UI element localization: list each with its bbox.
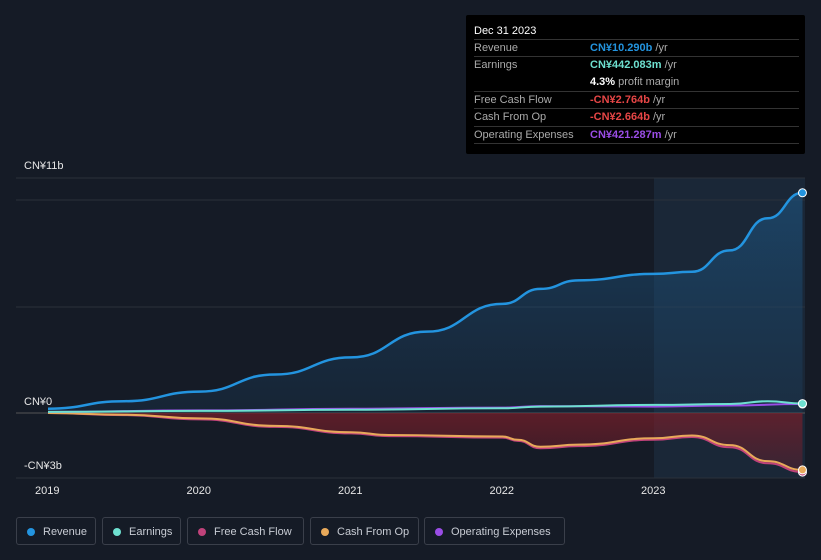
x-tick-2022: 2022 xyxy=(489,485,514,497)
tooltip-unit: /yr xyxy=(661,128,677,141)
tooltip-value: -CN¥2.764b xyxy=(590,93,650,106)
legend-label: Cash From Op xyxy=(337,526,410,538)
tooltip-row: Cash From Op -CN¥2.664b /yr xyxy=(474,108,799,126)
tooltip-row: Free Cash Flow -CN¥2.764b /yr xyxy=(474,90,799,109)
endpoint-revenue xyxy=(797,188,807,198)
tooltip-row: Earnings CN¥442.083m /yr xyxy=(474,56,799,74)
legend-dot-icon xyxy=(198,528,206,536)
chart-root: CN¥11b CN¥0 -CN¥3b 2019 2020 2021 2022 2023 … xyxy=(0,0,821,560)
y-label-zero: CN¥0 xyxy=(24,396,53,408)
legend-dot-icon xyxy=(435,528,443,536)
legend-item-revenue[interactable]: Revenue xyxy=(16,517,96,545)
legend-label: Revenue xyxy=(43,526,88,538)
tooltip-row: Revenue CN¥10.290b /yr xyxy=(474,39,799,57)
tooltip-label: Cash From Op xyxy=(474,111,547,124)
x-tick-2019: 2019 xyxy=(35,485,60,497)
tooltip-row: 4.3% profit margin xyxy=(474,74,799,91)
tooltip-row: Operating Expenses CN¥421.287m /yr xyxy=(474,125,799,144)
legend-dot-icon xyxy=(321,528,329,536)
x-tick-2023: 2023 xyxy=(641,485,666,497)
endpoint-earnings xyxy=(797,399,807,409)
x-tick-2021: 2021 xyxy=(338,485,363,497)
legend-item-free-cash-flow[interactable]: Free Cash Flow xyxy=(187,517,304,545)
tooltip-value: -CN¥2.664b xyxy=(590,111,650,124)
legend-dot-icon xyxy=(113,528,121,536)
tooltip-divider xyxy=(474,142,799,161)
y-label-top: CN¥11b xyxy=(24,160,64,172)
y-label-bottom: -CN¥3b xyxy=(24,460,62,472)
legend-item-operating-expenses[interactable]: Operating Expenses xyxy=(424,517,565,545)
tooltip-unit: /yr xyxy=(661,59,677,72)
tooltip-value: CN¥421.287m xyxy=(590,128,662,141)
legend-label: Free Cash Flow xyxy=(214,526,292,538)
tooltip-value: CN¥442.083m xyxy=(590,59,662,72)
tooltip: Dec 31 2023 Revenue CN¥10.290b /yr Earning… xyxy=(466,15,805,154)
tooltip-label: Operating Expenses xyxy=(474,128,574,141)
endpoint-cash-from-op xyxy=(797,465,807,475)
tooltip-unit: profit margin xyxy=(615,75,680,88)
x-tick-2020: 2020 xyxy=(186,485,211,497)
legend-item-cash-from-op[interactable]: Cash From Op xyxy=(310,517,419,545)
tooltip-unit: /yr xyxy=(649,111,666,124)
tooltip-date: Dec 31 2023 xyxy=(474,25,537,37)
tooltip-value: 4.3% xyxy=(590,75,616,88)
legend-dot-icon xyxy=(27,528,35,536)
tooltip-label: Revenue xyxy=(474,42,519,54)
tooltip-label: Earnings xyxy=(474,59,518,72)
tooltip-unit: /yr xyxy=(652,42,668,54)
legend-label: Earnings xyxy=(129,526,173,538)
tooltip-value: CN¥10.290b xyxy=(590,42,653,54)
legend-label: Operating Expenses xyxy=(451,526,551,538)
tooltip-label: Free Cash Flow xyxy=(474,93,552,106)
tooltip-unit: /yr xyxy=(649,93,666,106)
legend-item-earnings[interactable]: Earnings xyxy=(102,517,181,545)
